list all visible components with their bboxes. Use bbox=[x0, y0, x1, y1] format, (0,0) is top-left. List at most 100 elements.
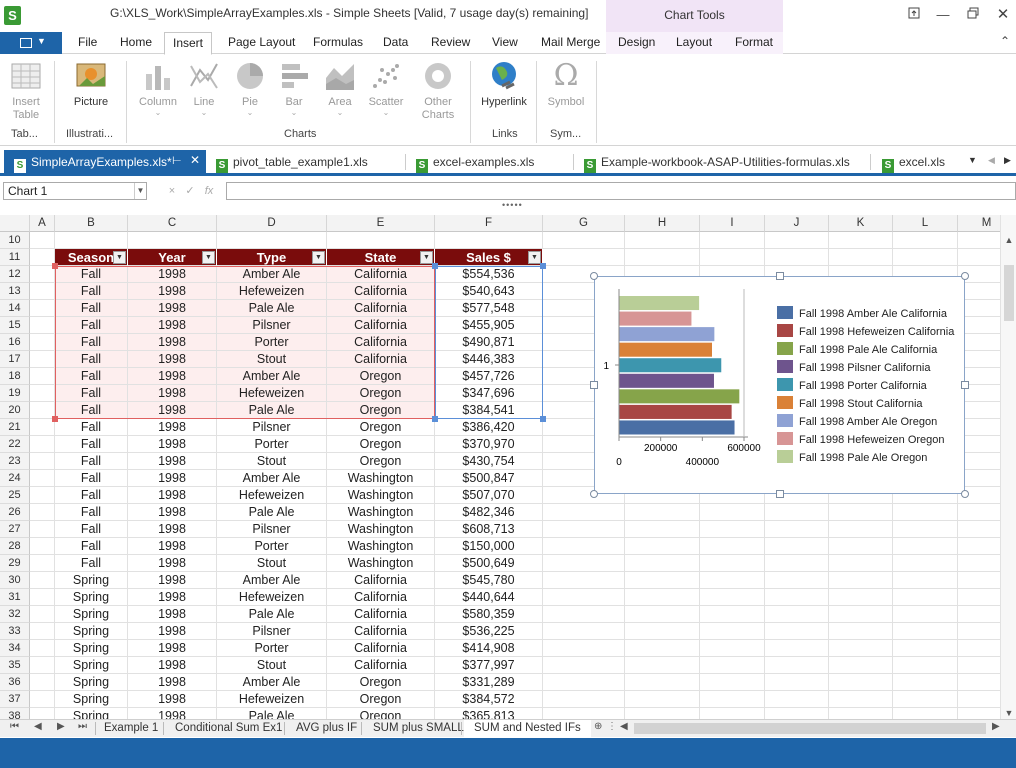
tab-scroll-right-icon[interactable]: ▶ bbox=[1004, 150, 1011, 173]
tab-view[interactable]: View bbox=[492, 35, 518, 49]
table-cell[interactable]: Spring bbox=[55, 640, 128, 657]
table-cell[interactable]: Pilsner bbox=[217, 521, 327, 538]
table-cell[interactable]: Stout bbox=[217, 351, 327, 368]
table-cell[interactable]: $457,726 bbox=[435, 368, 543, 385]
table-cell[interactable]: $384,541 bbox=[435, 402, 543, 419]
table-header-cell[interactable]: Season ▼ bbox=[55, 249, 128, 266]
column-header[interactable]: I bbox=[700, 215, 765, 232]
cell[interactable] bbox=[625, 691, 700, 708]
column-header[interactable]: K bbox=[829, 215, 893, 232]
table-cell[interactable]: Fall bbox=[55, 555, 128, 572]
cell[interactable] bbox=[765, 640, 829, 657]
table-cell[interactable]: Fall bbox=[55, 521, 128, 538]
table-cell[interactable]: Amber Ale bbox=[217, 674, 327, 691]
tab-data[interactable]: Data bbox=[383, 35, 408, 49]
table-cell[interactable]: 1998 bbox=[128, 555, 217, 572]
first-sheet-icon[interactable]: ⏮ bbox=[10, 721, 19, 732]
table-cell[interactable]: Fall bbox=[55, 419, 128, 436]
cell[interactable] bbox=[829, 232, 893, 249]
table-cell[interactable]: Oregon bbox=[327, 385, 435, 402]
cell[interactable] bbox=[829, 623, 893, 640]
cell[interactable] bbox=[30, 334, 55, 351]
cell[interactable] bbox=[765, 572, 829, 589]
cell[interactable] bbox=[625, 589, 700, 606]
select-all-corner[interactable] bbox=[0, 215, 30, 232]
row-header[interactable]: 22 bbox=[0, 436, 30, 453]
cell[interactable] bbox=[829, 538, 893, 555]
table-cell[interactable]: Spring bbox=[55, 657, 128, 674]
cell[interactable] bbox=[30, 351, 55, 368]
chart-resize-handle[interactable] bbox=[776, 490, 784, 498]
table-cell[interactable]: 1998 bbox=[128, 334, 217, 351]
table-cell[interactable]: Amber Ale bbox=[217, 572, 327, 589]
table-cell[interactable]: Fall bbox=[55, 538, 128, 555]
cell[interactable] bbox=[700, 589, 765, 606]
cell[interactable] bbox=[543, 521, 625, 538]
filter-dropdown-icon[interactable]: ▼ bbox=[113, 251, 126, 264]
chart-1[interactable]: 1 0 200000 400000 600000 Fall 1998 Amber Ale… bbox=[594, 276, 965, 494]
enter-check-icon[interactable]: ✓ bbox=[181, 182, 199, 200]
insert-table-button[interactable]: Insert Table bbox=[6, 60, 46, 122]
table-cell[interactable]: California bbox=[327, 283, 435, 300]
cell[interactable] bbox=[30, 453, 55, 470]
cell[interactable] bbox=[700, 623, 765, 640]
cell[interactable] bbox=[625, 232, 700, 249]
row-header[interactable]: 16 bbox=[0, 334, 30, 351]
cell[interactable] bbox=[30, 657, 55, 674]
cell[interactable] bbox=[30, 385, 55, 402]
cell[interactable] bbox=[829, 589, 893, 606]
table-cell[interactable]: Stout bbox=[217, 555, 327, 572]
cell[interactable] bbox=[700, 249, 765, 266]
tab-list-dropdown-icon[interactable]: ▼ bbox=[968, 150, 977, 173]
cell[interactable] bbox=[30, 572, 55, 589]
table-cell[interactable]: Fall bbox=[55, 317, 128, 334]
table-cell[interactable]: 1998 bbox=[128, 266, 217, 283]
table-cell[interactable]: California bbox=[327, 657, 435, 674]
horizontal-scroll-thumb[interactable] bbox=[634, 723, 986, 734]
cell[interactable] bbox=[700, 572, 765, 589]
row-header[interactable]: 37 bbox=[0, 691, 30, 708]
doc-tab-asap-utilities[interactable]: S Example-workbook-ASAP-Utilities-formula… bbox=[584, 150, 870, 173]
cell[interactable] bbox=[543, 623, 625, 640]
table-cell[interactable]: $430,754 bbox=[435, 453, 543, 470]
row-header[interactable]: 20 bbox=[0, 402, 30, 419]
vertical-scroll-thumb[interactable] bbox=[1004, 265, 1014, 321]
table-cell[interactable]: 1998 bbox=[128, 606, 217, 623]
cancel-icon[interactable]: × bbox=[163, 182, 181, 200]
sheet-tab-example-1[interactable]: Example 1 bbox=[104, 720, 158, 737]
cell[interactable] bbox=[543, 674, 625, 691]
cell[interactable] bbox=[829, 674, 893, 691]
table-cell[interactable]: $482,346 bbox=[435, 504, 543, 521]
tab-home[interactable]: Home bbox=[120, 35, 152, 49]
sheet-tab-sum-plus-small[interactable]: SUM plus SMALL bbox=[373, 720, 464, 737]
tab-page-layout[interactable]: Page Layout bbox=[228, 35, 295, 49]
column-chart-button[interactable]: Column ⌄ bbox=[136, 60, 180, 117]
table-cell[interactable]: California bbox=[327, 317, 435, 334]
cell[interactable] bbox=[327, 232, 435, 249]
sheet-tab-conditional-sum[interactable]: Conditional Sum Ex1 bbox=[175, 720, 282, 737]
maximize-button[interactable] bbox=[962, 4, 984, 26]
cell[interactable] bbox=[30, 470, 55, 487]
cell[interactable] bbox=[765, 623, 829, 640]
table-cell[interactable]: Spring bbox=[55, 589, 128, 606]
table-cell[interactable]: $540,643 bbox=[435, 283, 543, 300]
column-header[interactable]: H bbox=[625, 215, 700, 232]
name-box[interactable]: Chart 1 ▼ bbox=[3, 182, 147, 200]
cell[interactable] bbox=[30, 640, 55, 657]
cell[interactable] bbox=[543, 606, 625, 623]
cell[interactable] bbox=[217, 232, 327, 249]
tab-layout[interactable]: Layout bbox=[676, 35, 712, 49]
cell[interactable] bbox=[893, 555, 958, 572]
table-cell[interactable]: 1998 bbox=[128, 623, 217, 640]
table-cell[interactable]: $347,696 bbox=[435, 385, 543, 402]
table-cell[interactable]: California bbox=[327, 334, 435, 351]
table-cell[interactable]: Fall bbox=[55, 385, 128, 402]
cell[interactable] bbox=[765, 555, 829, 572]
row-header[interactable]: 12 bbox=[0, 266, 30, 283]
table-cell[interactable]: Fall bbox=[55, 368, 128, 385]
table-cell[interactable]: $545,780 bbox=[435, 572, 543, 589]
pin-icon[interactable]: ⊢ bbox=[172, 154, 182, 167]
column-header[interactable]: A bbox=[30, 215, 55, 232]
table-cell[interactable]: California bbox=[327, 606, 435, 623]
table-cell[interactable]: Pilsner bbox=[217, 623, 327, 640]
